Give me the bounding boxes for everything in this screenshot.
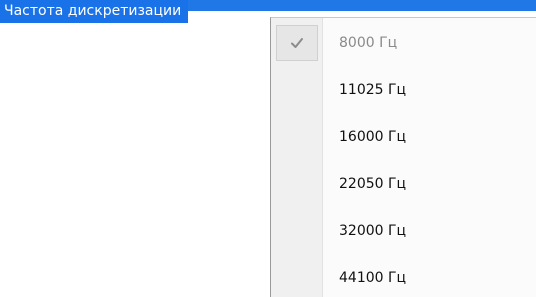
menu-item-check-box <box>276 25 318 61</box>
menu-item-8000[interactable]: 8000 Гц <box>339 34 397 52</box>
checkmark-icon <box>291 38 303 48</box>
menu-item-11025[interactable]: 11025 Гц <box>339 81 406 99</box>
menu-item-22050[interactable]: 22050 Гц <box>339 175 406 193</box>
menu-item-44100[interactable]: 44100 Гц <box>339 269 406 287</box>
sample-rate-label[interactable]: Частота дискретизации <box>0 0 189 23</box>
menu-item-16000[interactable]: 16000 Гц <box>339 128 406 146</box>
menu-check-gutter <box>271 18 323 297</box>
menu-item-32000[interactable]: 32000 Гц <box>339 222 406 240</box>
sample-rate-dropdown-menu[interactable]: 8000 Гц 11025 Гц 16000 Гц 22050 Гц 32000… <box>270 17 536 297</box>
